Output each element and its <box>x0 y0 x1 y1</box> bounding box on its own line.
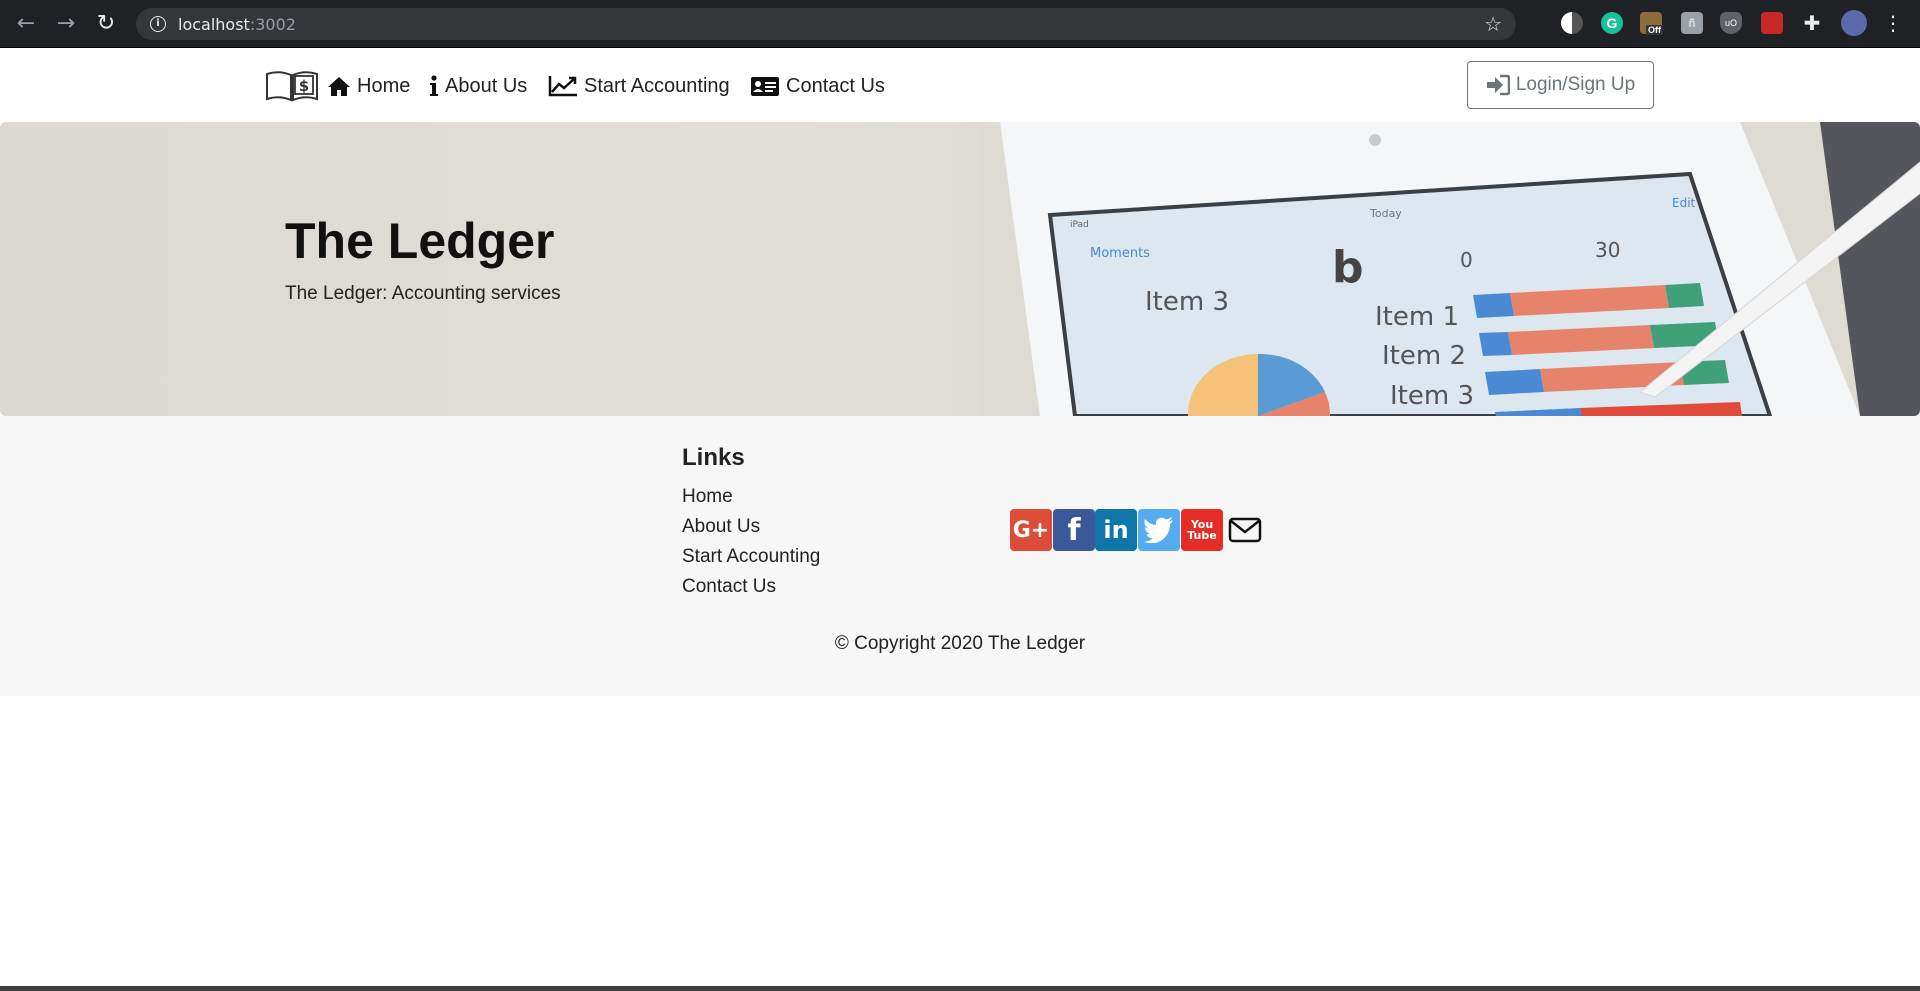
footer-links-title: Links <box>682 444 745 471</box>
svg-text:b: b <box>1332 242 1364 293</box>
login-label: Login/Sign Up <box>1515 74 1636 95</box>
svg-text:Item 3: Item 3 <box>1390 381 1474 411</box>
reload-icon[interactable]: ↻ <box>94 12 118 36</box>
footer-link-home[interactable]: Home <box>682 486 733 508</box>
home-icon <box>328 77 350 96</box>
footer-link-contact[interactable]: Contact Us <box>682 576 776 598</box>
svg-text:Today: Today <box>1369 207 1402 220</box>
hero-subtitle: The Ledger: Accounting services <box>285 283 561 304</box>
id-card-icon <box>751 77 779 96</box>
book-dollar-icon[interactable]: $ <box>265 70 319 102</box>
page: $ Home About Us Start Accounting Contact… <box>0 48 1920 991</box>
svg-text:Item 2: Item 2 <box>1382 341 1466 371</box>
envelope-icon[interactable] <box>1224 509 1266 551</box>
google-plus-icon[interactable]: G+ <box>1010 509 1052 551</box>
navbar: $ Home About Us Start Accounting Contact… <box>0 48 1920 122</box>
address-bar[interactable]: i localhost:3002 ☆ <box>136 8 1516 40</box>
youtube-text-bottom: Tube <box>1187 529 1217 542</box>
footer: Links Home About Us Start Accounting Con… <box>0 416 1920 696</box>
svg-text:30: 30 <box>1595 238 1620 262</box>
copyright-text: © Copyright 2020 The Ledger <box>834 633 1086 654</box>
hero-title: The Ledger <box>285 213 555 269</box>
extension-h-icon[interactable]: ñ <box>1681 12 1703 34</box>
twitter-bird-shape <box>1144 517 1173 543</box>
svg-text:Item 3: Item 3 <box>1145 287 1229 317</box>
nav-link-about[interactable]: About Us <box>429 72 527 100</box>
profile-avatar[interactable] <box>1841 10 1867 36</box>
grammarly-extension-icon[interactable]: G <box>1601 12 1623 34</box>
browser-toolbar: ← → ↻ i localhost:3002 ☆ G Off ñ uO ✚ ⋮ <box>0 0 1920 48</box>
svg-text:Item 1: Item 1 <box>1375 302 1459 332</box>
svg-text:$: $ <box>299 77 309 95</box>
sign-in-icon <box>1486 74 1510 96</box>
nav-contact-label: Contact Us <box>786 74 885 97</box>
twitter-icon[interactable] <box>1138 509 1180 551</box>
facebook-icon[interactable]: f <box>1053 509 1095 551</box>
browser-menu-icon[interactable]: ⋮ <box>1882 12 1904 34</box>
contrast-extension-icon[interactable] <box>1561 12 1583 34</box>
info-icon <box>430 75 438 96</box>
bookmark-star-icon[interactable]: ☆ <box>1484 12 1502 36</box>
svg-text:Edit: Edit <box>1672 196 1696 210</box>
extension-off-icon[interactable]: Off <box>1640 12 1663 35</box>
hero-banner: iPad Moments Today Edit Item 3 b 0 30 It… <box>0 122 1920 416</box>
footer-link-accounting[interactable]: Start Accounting <box>682 546 820 568</box>
bottom-edge <box>0 986 1920 991</box>
login-signup-button[interactable]: Login/Sign Up <box>1467 61 1654 109</box>
nav-link-contact[interactable]: Contact Us <box>750 72 885 100</box>
nav-link-accounting[interactable]: Start Accounting <box>548 72 730 100</box>
nav-about-label: About Us <box>445 74 528 97</box>
site-info-icon[interactable]: i <box>150 16 166 32</box>
ublock-extension-icon[interactable]: uO <box>1720 12 1742 34</box>
tablet-chart-photo: iPad Moments Today Edit Item 3 b 0 30 It… <box>980 122 1920 416</box>
red-extension-icon[interactable] <box>1761 12 1783 34</box>
nav-home-label: Home <box>357 74 411 97</box>
nav-accounting-label: Start Accounting <box>584 74 730 97</box>
line-chart-icon <box>548 76 577 97</box>
back-arrow-icon[interactable]: ← <box>14 12 38 36</box>
envelope-shape <box>1228 517 1262 543</box>
extensions-puzzle-icon[interactable]: ✚ <box>1801 12 1823 34</box>
footer-link-about[interactable]: About Us <box>682 516 760 538</box>
youtube-icon[interactable]: You Tube <box>1181 509 1223 551</box>
url-text[interactable]: localhost:3002 <box>178 15 296 34</box>
linkedin-icon[interactable]: in <box>1095 509 1137 551</box>
nav-link-home[interactable]: Home <box>327 72 410 100</box>
svg-text:iPad: iPad <box>1070 220 1089 230</box>
svg-text:0: 0 <box>1460 248 1473 272</box>
forward-arrow-icon[interactable]: → <box>54 12 78 36</box>
svg-text:Moments: Moments <box>1090 246 1150 261</box>
